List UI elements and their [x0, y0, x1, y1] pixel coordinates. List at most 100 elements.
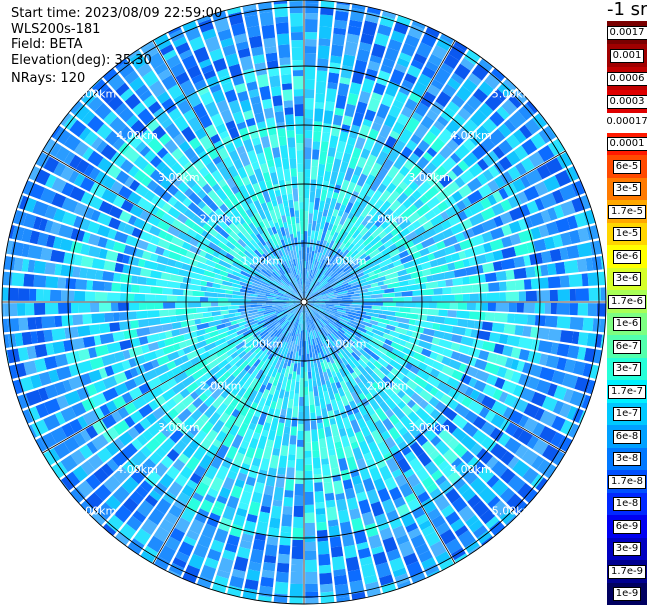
beta-gate	[163, 302, 176, 309]
beta-gate	[190, 278, 202, 286]
beta-gate	[234, 312, 242, 317]
beta-gate	[569, 303, 578, 316]
beta-gate	[318, 564, 332, 574]
beta-gate	[322, 417, 330, 428]
beta-gate	[313, 386, 319, 397]
beta-gate	[306, 253, 309, 262]
beta-gate	[156, 263, 167, 272]
beta-gate	[307, 223, 312, 237]
beta-gate	[301, 240, 304, 248]
beta-gate	[577, 332, 589, 346]
beta-gate	[292, 188, 299, 202]
beta-gate	[255, 521, 269, 535]
beta-gate	[34, 344, 48, 358]
beta-gate	[290, 571, 303, 584]
range-ring-label: 2.00km	[367, 379, 409, 392]
beta-gate	[269, 134, 279, 149]
beta-gate	[305, 571, 318, 584]
beta-gate	[363, 298, 376, 302]
beta-gate	[280, 445, 289, 457]
beta-gate	[43, 289, 51, 301]
beta-gate	[123, 244, 138, 256]
beta-gate	[581, 273, 589, 287]
beta-gate	[60, 264, 74, 277]
beta-gate	[422, 268, 432, 277]
beta-gate	[576, 258, 588, 273]
beta-gate	[304, 138, 312, 148]
range-ring-label: 3.00km	[408, 421, 450, 434]
beta-gate	[82, 314, 93, 325]
beta-gate	[513, 243, 529, 256]
beta-gate	[304, 97, 314, 110]
beta-gate	[315, 81, 327, 95]
beta-gate	[306, 353, 310, 361]
colorbar-tick-label: 6e-6	[612, 249, 642, 264]
beta-gate	[304, 198, 309, 212]
beta-gate	[112, 331, 125, 342]
beta-gate	[394, 292, 402, 297]
beta-gate	[313, 131, 322, 142]
beta-gate	[326, 436, 335, 451]
beta-gate	[523, 279, 532, 290]
beta-gate	[297, 240, 302, 251]
colorbar-tick-label: 1e-8	[612, 497, 642, 512]
beta-gate	[102, 271, 115, 282]
colorbar-swatch: 1.7e-9	[607, 560, 647, 584]
beta-gate	[277, 467, 286, 475]
beta-gate	[301, 354, 304, 361]
beta-gate	[294, 210, 300, 218]
beta-gate	[569, 317, 584, 331]
beta-gate	[294, 483, 304, 496]
beta-gate	[305, 597, 319, 604]
beta-gate	[44, 262, 56, 275]
beta-gate	[309, 202, 315, 214]
beta-gate	[495, 270, 507, 281]
beta-gate	[451, 286, 462, 294]
colorbar-tick-label: 0.0001	[606, 137, 647, 152]
beta-gate	[196, 307, 208, 313]
beta-gate	[534, 315, 546, 327]
colorbar-swatch: 0.0017	[606, 21, 647, 44]
beta-gate	[188, 296, 201, 302]
beta-gate	[325, 88, 337, 103]
beta-gate	[119, 339, 132, 351]
beta-gate	[458, 344, 470, 355]
beta-gate	[481, 283, 489, 292]
beta-gate	[244, 302, 258, 305]
beta-gate	[358, 499, 372, 515]
beta-gate	[276, 562, 290, 573]
beta-gate	[200, 280, 208, 287]
beta-gate	[324, 101, 335, 112]
beta-gate	[326, 190, 334, 199]
beta-gate	[308, 378, 313, 392]
beta-gate	[279, 185, 287, 196]
beta-gate	[33, 260, 47, 274]
beta-gate	[324, 492, 335, 501]
beta-gate	[288, 454, 296, 461]
beta-gate	[316, 513, 327, 523]
beta-gate	[263, 422, 271, 432]
colorbar-tick-label: 0.00017	[604, 116, 647, 128]
beta-gate	[291, 417, 298, 427]
beta-gate	[290, 168, 297, 177]
beta-gate	[334, 583, 350, 599]
beta-gate	[513, 313, 528, 325]
beta-gate	[86, 280, 94, 291]
beta-gate	[338, 509, 350, 524]
colorbar-tick-label: 0.0017	[606, 25, 647, 40]
beta-gate	[550, 303, 557, 315]
beta-gate	[291, 546, 303, 559]
beta-gate	[103, 260, 116, 272]
beta-gate	[261, 493, 273, 508]
beta-gate	[507, 313, 515, 324]
beta-gate	[315, 188, 322, 199]
beta-gate	[283, 221, 288, 229]
beta-gate	[287, 193, 293, 201]
beta-gate	[167, 295, 178, 302]
beta-gate	[272, 95, 283, 107]
beta-gate	[444, 317, 459, 326]
beta-gate	[284, 391, 290, 398]
beta-gate	[486, 292, 500, 302]
beta-gate	[577, 242, 593, 258]
beta-gate	[318, 553, 331, 566]
